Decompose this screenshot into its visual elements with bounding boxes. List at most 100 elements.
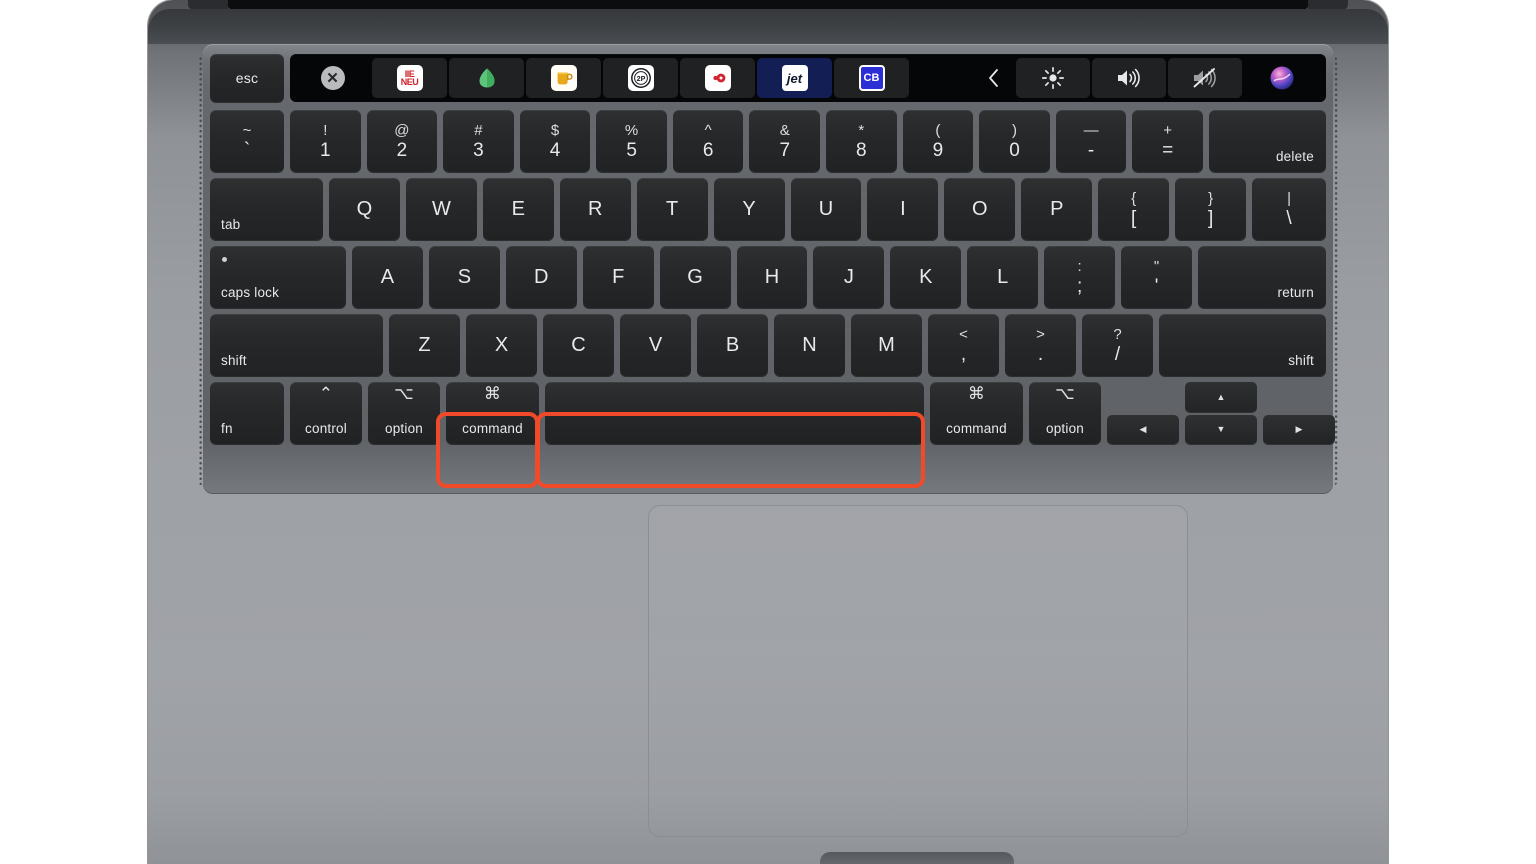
touchbar-app-evernote[interactable] — [449, 58, 524, 98]
key-b[interactable]: B — [697, 314, 768, 376]
key-arrow-down[interactable]: ▼ — [1185, 414, 1257, 444]
key-q[interactable]: Q — [329, 178, 400, 240]
key-period-legend: . — [1037, 344, 1044, 365]
key-h-legend: H — [764, 265, 780, 288]
key-equals-shift-legend: + — [1163, 122, 1173, 139]
touchbar-close-button[interactable]: ✕ — [295, 58, 370, 98]
key-c[interactable]: C — [543, 314, 614, 376]
key-e-legend: E — [511, 197, 525, 220]
control-caret-icon: ⌃ — [318, 383, 334, 403]
key-arrow-up[interactable]: ▲ — [1185, 382, 1257, 412]
key-v[interactable]: V — [620, 314, 691, 376]
key-z[interactable]: Z — [389, 314, 460, 376]
key-x[interactable]: X — [466, 314, 537, 376]
key-t[interactable]: T — [636, 178, 708, 240]
key-a[interactable]: A — [352, 246, 423, 308]
key-arrow-right[interactable]: ▶ — [1263, 414, 1335, 444]
key-esc[interactable]: esc — [210, 54, 284, 102]
key-space[interactable] — [545, 382, 924, 444]
home-row: caps lock A S D F G H J K L : ; " ' retu… — [210, 246, 1326, 308]
key-control[interactable]: ⌃ control — [290, 382, 362, 444]
key-period[interactable]: > . — [1005, 314, 1076, 376]
key-3[interactable]: # 3 — [443, 110, 514, 172]
key-delete[interactable]: delete — [1208, 110, 1326, 172]
key-o[interactable]: O — [944, 178, 1016, 240]
lid-notch — [820, 852, 1014, 864]
key-2-legend: 2 — [396, 140, 408, 161]
key-caps-lock-label: caps lock — [221, 285, 280, 300]
key-f[interactable]: F — [582, 246, 654, 308]
arrow-right-wrap: ▶ — [1263, 382, 1335, 444]
key-1[interactable]: ! 1 — [290, 110, 361, 172]
key-k[interactable]: K — [890, 246, 962, 308]
key-tilde[interactable]: ~ ` — [210, 110, 284, 172]
key-shift-right[interactable]: shift — [1159, 314, 1326, 376]
key-command-left[interactable]: ⌘ command — [446, 382, 539, 444]
key-command-right[interactable]: ⌘ command — [930, 382, 1023, 444]
key-h[interactable]: H — [736, 246, 808, 308]
key-6[interactable]: ^ 6 — [672, 110, 744, 172]
key-fn[interactable]: fn — [210, 382, 284, 444]
key-arrow-left[interactable]: ◀ — [1107, 414, 1179, 444]
key-s[interactable]: S — [428, 246, 500, 308]
key-equals[interactable]: + = — [1132, 110, 1203, 172]
key-quote[interactable]: " ' — [1121, 246, 1192, 308]
key-i[interactable]: I — [867, 178, 939, 240]
key-bracket-right[interactable]: } ] — [1175, 178, 1247, 240]
svg-text:2P: 2P — [636, 74, 645, 83]
key-y[interactable]: Y — [713, 178, 785, 240]
key-option-left[interactable]: ⌥ option — [368, 382, 440, 444]
key-option-right[interactable]: ⌥ option — [1029, 382, 1101, 444]
key-9[interactable]: ( 9 — [902, 110, 974, 172]
key-slash[interactable]: ? / — [1082, 314, 1153, 376]
key-bracket-left[interactable]: { [ — [1098, 178, 1170, 240]
key-0[interactable]: ) 0 — [979, 110, 1050, 172]
key-g[interactable]: G — [659, 246, 731, 308]
key-caps-lock[interactable]: caps lock — [210, 246, 346, 308]
key-comma[interactable]: < , — [928, 314, 999, 376]
touchbar-app-cb[interactable]: CB — [834, 58, 909, 98]
key-6-legend: 6 — [702, 140, 714, 161]
touchbar-app-red[interactable]: IIE NEU — [372, 58, 447, 98]
key-5[interactable]: % 5 — [596, 110, 667, 172]
key-r[interactable]: R — [559, 178, 631, 240]
key-tab[interactable]: tab — [210, 178, 323, 240]
screen-bottom-bezel — [228, 0, 1308, 9]
trackpad[interactable] — [648, 505, 1188, 837]
key-tab-label: tab — [221, 217, 241, 232]
touchbar-siri-button[interactable] — [1244, 58, 1319, 98]
key-u[interactable]: U — [790, 178, 862, 240]
key-e[interactable]: E — [482, 178, 554, 240]
key-2[interactable]: @ 2 — [366, 110, 438, 172]
touchbar-app-jet[interactable]: jet — [757, 58, 832, 98]
touchbar-app-record[interactable] — [680, 58, 755, 98]
key-l[interactable]: L — [967, 246, 1039, 308]
key-minus[interactable]: — - — [1055, 110, 1127, 172]
touchbar-app-cup[interactable] — [526, 58, 601, 98]
key-n[interactable]: N — [774, 314, 845, 376]
key-4[interactable]: $ 4 — [519, 110, 591, 172]
key-p[interactable]: P — [1021, 178, 1093, 240]
touch-bar[interactable]: ✕ IIE NEU 2P jet CB — [290, 54, 1326, 102]
key-d[interactable]: D — [505, 246, 577, 308]
key-semicolon[interactable]: : ; — [1044, 246, 1116, 308]
arrow-down-icon: ▼ — [1216, 424, 1226, 435]
key-1-legend: 1 — [320, 140, 331, 161]
key-8[interactable]: * 8 — [826, 110, 897, 172]
key-7[interactable]: & 7 — [749, 110, 821, 172]
touchbar-app-badge[interactable]: 2P — [603, 58, 678, 98]
key-j[interactable]: J — [813, 246, 885, 308]
key-g-legend: G — [687, 265, 703, 288]
touchbar-volume-up-button[interactable] — [1092, 58, 1166, 98]
touchbar-mute-button[interactable] — [1168, 58, 1242, 98]
key-m[interactable]: M — [851, 314, 922, 376]
key-w[interactable]: W — [405, 178, 477, 240]
key-backslash[interactable]: | \ — [1252, 178, 1327, 240]
touchbar-expand-button[interactable] — [974, 58, 1014, 98]
touchbar-brightness-button[interactable] — [1016, 58, 1090, 98]
key-shift-left[interactable]: shift — [210, 314, 383, 376]
key-r-legend: R — [588, 197, 603, 220]
key-shift-left-label: shift — [221, 353, 247, 368]
key-return[interactable]: return — [1197, 246, 1326, 308]
key-6-shift-legend: ^ — [704, 122, 712, 139]
